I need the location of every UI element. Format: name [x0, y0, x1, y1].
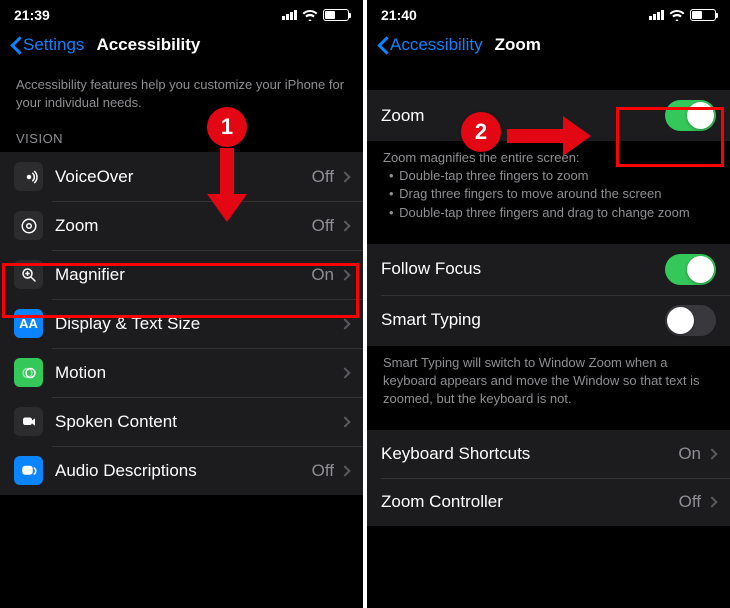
row-audio-descriptions[interactable]: Audio Descriptions Off: [0, 446, 363, 495]
back-label: Accessibility: [390, 35, 483, 55]
row-zoom[interactable]: Zoom Off: [0, 201, 363, 250]
chevron-right-icon: [339, 269, 350, 280]
row-value: Off: [312, 216, 334, 236]
back-label: Settings: [23, 35, 84, 55]
back-button[interactable]: Settings: [10, 34, 84, 56]
row-label: Display & Text Size: [55, 314, 337, 334]
row-spoken-content[interactable]: Spoken Content: [0, 397, 363, 446]
zoom-toggle[interactable]: [665, 100, 716, 131]
row-value: On: [311, 265, 334, 285]
zoom-screen: 21:40 Accessibility Zoom Zoom Zoom magni…: [367, 0, 730, 608]
row-label: Zoom Controller: [381, 492, 679, 512]
audio-descriptions-icon: [14, 456, 43, 485]
row-smart-typing[interactable]: Smart Typing: [367, 295, 730, 346]
row-label: Spoken Content: [55, 412, 337, 432]
row-magnifier[interactable]: Magnifier On: [0, 250, 363, 299]
status-time: 21:39: [14, 7, 50, 23]
row-label: Smart Typing: [381, 310, 665, 330]
row-follow-focus[interactable]: Follow Focus: [367, 244, 730, 295]
status-time: 21:40: [381, 7, 417, 23]
wifi-icon: [302, 9, 318, 21]
row-zoom-controller[interactable]: Zoom Controller Off: [367, 478, 730, 526]
row-label: Audio Descriptions: [55, 461, 312, 481]
chevron-right-icon: [339, 171, 350, 182]
signal-icon: [282, 10, 297, 20]
step-badge-2: 2: [461, 112, 501, 152]
zoom-icon: [14, 211, 43, 240]
row-value: Off: [312, 167, 334, 187]
magnifier-icon: [14, 260, 43, 289]
zoom-help-line: Double-tap three fingers to zoom: [389, 167, 714, 185]
row-label: Keyboard Shortcuts: [381, 444, 678, 464]
row-label: VoiceOver: [55, 167, 312, 187]
voiceover-icon: [14, 162, 43, 191]
chevron-left-icon: [377, 34, 390, 56]
chevron-right-icon: [339, 465, 350, 476]
vision-list: VoiceOver Off Zoom Off Magnifier On AA D…: [0, 152, 363, 495]
row-value: Off: [312, 461, 334, 481]
row-label: Zoom: [55, 216, 312, 236]
status-bar: 21:39: [0, 0, 363, 24]
chevron-right-icon: [339, 416, 350, 427]
wifi-icon: [669, 9, 685, 21]
chevron-right-icon: [706, 497, 717, 508]
nav-bar: Accessibility Zoom: [367, 24, 730, 68]
page-title: Zoom: [495, 35, 541, 55]
zoom-help-line: Double-tap three fingers and drag to cha…: [389, 204, 714, 222]
row-label: Motion: [55, 363, 337, 383]
arrow-down-icon: [207, 148, 247, 222]
row-keyboard-shortcuts[interactable]: Keyboard Shortcuts On: [367, 430, 730, 478]
arrow-right-icon: [507, 116, 591, 156]
signal-icon: [649, 10, 664, 20]
zoom-help-line: Drag three fingers to move around the sc…: [389, 185, 714, 203]
smart-typing-toggle[interactable]: [665, 305, 716, 336]
spoken-content-icon: [14, 407, 43, 436]
step-badge-1: 1: [207, 107, 247, 147]
battery-icon: [690, 9, 716, 21]
chevron-right-icon: [339, 367, 350, 378]
chevron-left-icon: [10, 34, 23, 56]
back-button[interactable]: Accessibility: [377, 34, 483, 56]
section-header-vision: VISION: [0, 131, 363, 152]
keyboard-controller-list: Keyboard Shortcuts On Zoom Controller Of…: [367, 430, 730, 526]
battery-icon: [323, 9, 349, 21]
row-value: Off: [679, 492, 701, 512]
nav-bar: Settings Accessibility: [0, 24, 363, 68]
chevron-right-icon: [706, 449, 717, 460]
intro-text: Accessibility features help you customiz…: [0, 68, 363, 131]
row-label: Follow Focus: [381, 259, 665, 279]
page-title: Accessibility: [96, 35, 200, 55]
chevron-right-icon: [339, 220, 350, 231]
row-label: Magnifier: [55, 265, 311, 285]
chevron-right-icon: [339, 318, 350, 329]
row-motion[interactable]: Motion: [0, 348, 363, 397]
row-voiceover[interactable]: VoiceOver Off: [0, 152, 363, 201]
row-value: On: [678, 444, 701, 464]
smart-typing-help: Smart Typing will switch to Window Zoom …: [367, 346, 730, 431]
text-size-icon: AA: [14, 309, 43, 338]
row-display-text-size[interactable]: AA Display & Text Size: [0, 299, 363, 348]
status-bar: 21:40: [367, 0, 730, 24]
accessibility-screen: 21:39 Settings Accessibility Accessibili…: [0, 0, 363, 608]
follow-focus-toggle[interactable]: [665, 254, 716, 285]
zoom-help-text: Zoom magnifies the entire screen: Double…: [367, 141, 730, 244]
focus-typing-list: Follow Focus Smart Typing: [367, 244, 730, 346]
motion-icon: [14, 358, 43, 387]
